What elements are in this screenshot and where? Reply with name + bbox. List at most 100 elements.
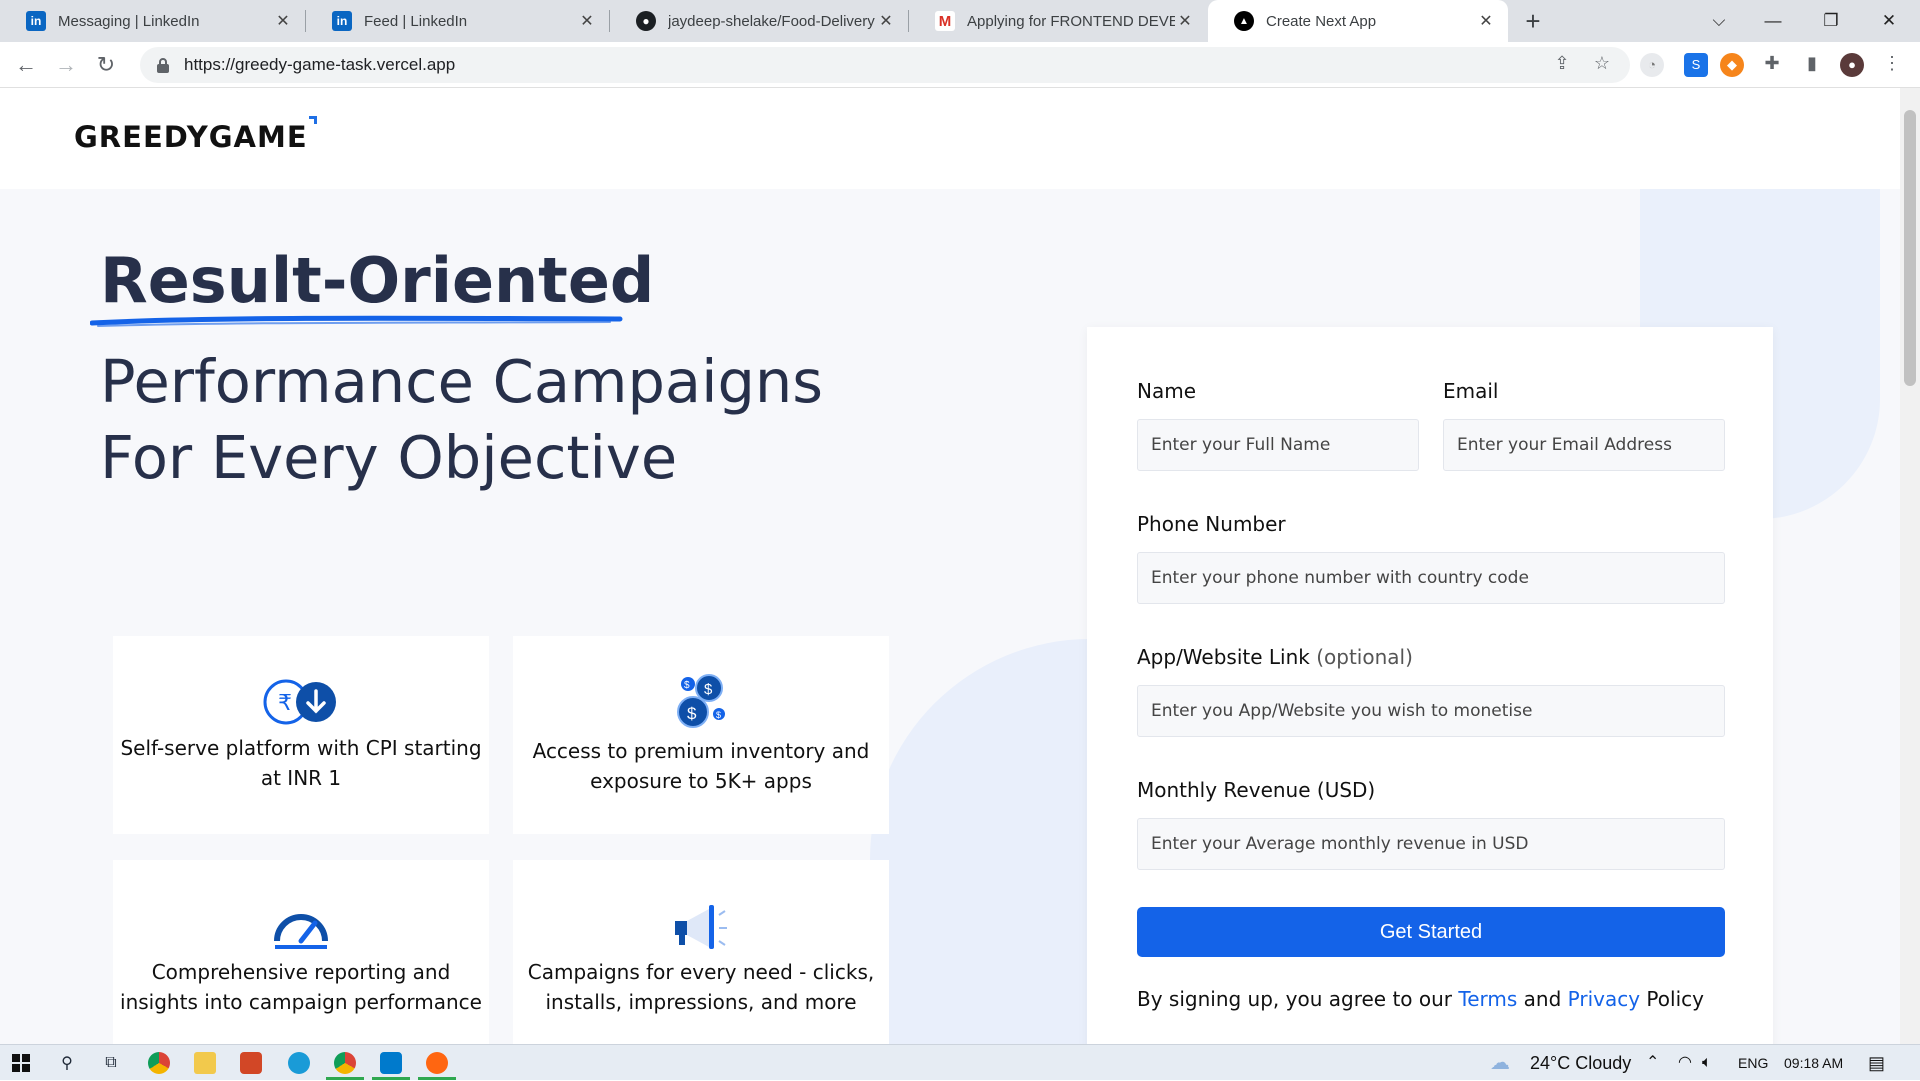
name-label: Name (1137, 379, 1197, 403)
feature-text: Campaigns for every need - clicks, insta… (527, 960, 875, 1014)
tab-messaging-linkedin[interactable]: in Messaging | LinkedIn ✕ (0, 0, 305, 42)
profile-avatar[interactable]: ● (1840, 53, 1864, 77)
app-link-field[interactable] (1137, 685, 1725, 737)
lock-icon (157, 58, 169, 73)
close-icon[interactable]: ✕ (273, 11, 293, 31)
vscode-icon[interactable] (376, 1049, 406, 1077)
phone-field[interactable] (1137, 552, 1725, 604)
terms-prefix: By signing up, you agree to our (1137, 987, 1453, 1011)
menu-kebab-icon[interactable]: ⋮ (1880, 51, 1904, 75)
address-bar[interactable]: https://greedy-game-task.vercel.app (140, 47, 1630, 83)
svg-text:₹: ₹ (278, 691, 292, 716)
feature-text: Comprehensive reporting and insights int… (120, 960, 482, 1014)
megaphone-icon (675, 905, 727, 949)
weather-text[interactable]: 24°C Cloudy (1530, 1045, 1631, 1081)
file-explorer-icon[interactable] (190, 1049, 220, 1077)
close-icon[interactable]: ✕ (577, 11, 597, 31)
firefox-icon[interactable] (422, 1049, 452, 1077)
tab-title: jaydeep-shelake/Food-Delivery: F (668, 12, 876, 30)
wifi-icon[interactable]: ◠ (1678, 1045, 1692, 1081)
share-icon[interactable]: ⇪ (1550, 51, 1574, 75)
tab-title: Create Next App (1266, 12, 1377, 30)
back-arrow-icon[interactable]: ← (10, 49, 42, 81)
feature-card-cpi: ₹ Self-serve platform with CPI starting … (113, 636, 489, 834)
logo-corner-mark (309, 116, 317, 124)
extension-translate-icon[interactable]: S (1684, 53, 1708, 77)
tab-search-chevron-icon[interactable]: ⌵ (1690, 0, 1748, 42)
tray-chevron-up-icon[interactable]: ⌃ (1646, 1045, 1659, 1081)
terms-and: and (1523, 987, 1562, 1011)
tab-gmail[interactable]: M Applying for FRONTEND DEVELO ✕ (909, 0, 1207, 42)
minimize-icon[interactable]: — (1744, 0, 1802, 42)
side-panel-icon[interactable]: ▮ (1800, 51, 1824, 75)
speedometer-icon (274, 914, 328, 949)
feature-text: Access to premium inventory and exposure… (532, 739, 870, 793)
terms-notice: By signing up, you agree to our Terms an… (1137, 987, 1704, 1011)
revenue-label: Monthly Revenue (USD) (1137, 778, 1376, 802)
privacy-link[interactable]: Privacy (1568, 987, 1640, 1011)
tab-github[interactable]: ● jaydeep-shelake/Food-Delivery: F ✕ (610, 0, 908, 42)
task-view-icon[interactable]: ⧉ (96, 1049, 126, 1077)
revenue-field[interactable] (1137, 818, 1725, 870)
email-field[interactable] (1443, 419, 1725, 471)
name-field[interactable] (1137, 419, 1419, 471)
feature-text: Self-serve platform with CPI starting at… (120, 736, 482, 790)
close-icon[interactable]: ✕ (876, 11, 896, 31)
signup-form: Name Email Phone Number App/Website Link… (1087, 327, 1773, 1044)
chrome-active-icon[interactable] (330, 1049, 360, 1077)
brush-underline (90, 315, 623, 327)
language-indicator[interactable]: ENG (1738, 1045, 1768, 1081)
optional-tag: (optional) (1316, 645, 1413, 669)
headline-line-3: For Every Objective (100, 423, 678, 492)
volume-icon[interactable]: 🔈︎ (1702, 1045, 1712, 1081)
url-text: https://greedy-game-task.vercel.app (184, 55, 456, 74)
policy-text: Policy (1646, 987, 1704, 1011)
new-tab-button[interactable]: + (1518, 6, 1548, 36)
tab-feed-linkedin[interactable]: in Feed | LinkedIn ✕ (306, 0, 609, 42)
extension-clock-icon[interactable]: ◔ (1640, 53, 1664, 77)
windows-start-icon[interactable] (6, 1049, 36, 1077)
close-icon[interactable]: ✕ (1175, 11, 1195, 31)
phone-label: Phone Number (1137, 512, 1286, 536)
nextjs-icon: ▲ (1234, 11, 1254, 31)
notification-icon[interactable]: ▤ (1868, 1045, 1885, 1081)
window-close-icon[interactable]: ✕ (1860, 0, 1918, 42)
rupee-download-icon: ₹ (263, 679, 336, 725)
tab-create-next-app[interactable]: ▲ Create Next App ✕ (1208, 0, 1508, 42)
site-header: GREEDYGAME (0, 88, 1900, 189)
extensions-puzzle-icon[interactable]: ✚ (1760, 51, 1784, 75)
forward-arrow-icon[interactable]: → (50, 49, 82, 81)
tab-title: Applying for FRONTEND DEVELO (967, 12, 1175, 30)
windows-taskbar: ⚲ ⧉ ☁ 24°C Cloudy ⌃ ◠ 🔈︎ ENG 09:18 AM ▤ (0, 1044, 1920, 1080)
feature-card-inventory: $ $ $ $ Access to premium inventory and … (513, 636, 889, 834)
clock-time[interactable]: 09:18 AM (1784, 1045, 1843, 1081)
restore-icon[interactable]: ❐ (1802, 0, 1860, 42)
feature-card-reporting: Comprehensive reporting and insights int… (113, 860, 489, 1044)
tab-title: Feed | LinkedIn (364, 12, 468, 30)
svg-text:$: $ (687, 704, 697, 723)
powerpoint-icon[interactable] (236, 1049, 266, 1077)
get-started-button[interactable]: Get Started (1137, 907, 1725, 957)
linkedin-icon: in (332, 11, 352, 31)
svg-text:$: $ (684, 680, 690, 691)
headline-main: Result-Oriented (100, 244, 655, 317)
scrollbar-thumb[interactable] (1904, 110, 1916, 386)
coins-icon: $ $ $ $ (677, 674, 725, 728)
feature-card-campaigns: Campaigns for every need - clicks, insta… (513, 860, 889, 1044)
chrome-app-icon[interactable] (144, 1049, 174, 1077)
reload-icon[interactable]: ↻ (90, 49, 122, 81)
search-icon[interactable]: ⚲ (52, 1049, 82, 1077)
app-link-label: App/Website Link (optional) (1137, 645, 1413, 669)
greedygame-logo[interactable]: GREEDYGAME (74, 120, 308, 154)
page-viewport: GREEDYGAME Result-Oriented Performance C… (0, 88, 1900, 1044)
close-icon[interactable]: ✕ (1476, 11, 1496, 31)
github-icon: ● (636, 11, 656, 31)
edge-icon[interactable] (284, 1049, 314, 1077)
linkedin-icon: in (26, 11, 46, 31)
bookmark-star-icon[interactable]: ☆ (1590, 51, 1614, 75)
headline-sub: Performance Campaigns For Every Objectiv… (100, 344, 823, 496)
tab-strip: in Messaging | LinkedIn ✕ in Feed | Link… (0, 0, 1920, 42)
terms-link[interactable]: Terms (1458, 987, 1517, 1011)
gmail-icon: M (935, 11, 955, 31)
metamask-fox-icon[interactable]: ◆ (1720, 53, 1744, 77)
